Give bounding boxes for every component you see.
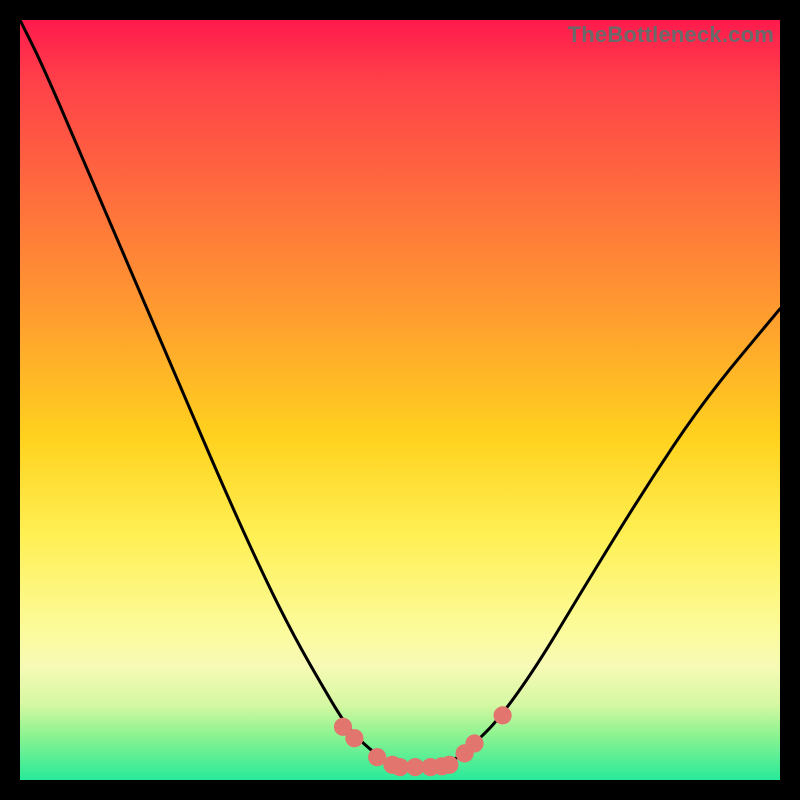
plot-area: TheBottleneck.com [20,20,780,780]
curve-marker [440,756,458,774]
curve-markers [334,706,512,776]
curve-marker [345,729,363,747]
bottleneck-curve [20,20,780,765]
curve-marker [465,734,483,752]
curve-marker [494,706,512,724]
chart-frame: TheBottleneck.com [0,0,800,800]
curve-layer [20,20,780,780]
